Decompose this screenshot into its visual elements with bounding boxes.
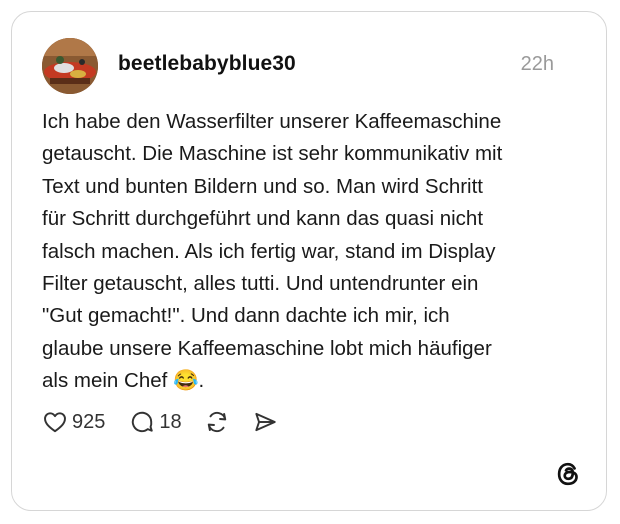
heart-icon (42, 409, 68, 435)
post-text: Ich habe den Wasserfilter unserer Kaffee… (42, 110, 503, 393)
repost-icon (204, 409, 230, 435)
action-bar: 925 18 (42, 407, 278, 437)
avatar[interactable] (42, 38, 98, 94)
send-icon (252, 409, 278, 435)
comment-bubble-icon (129, 409, 155, 435)
timestamp: 22h (520, 53, 554, 75)
like-count: 925 (72, 410, 106, 433)
username[interactable]: beetlebabyblue30 (118, 52, 296, 76)
share-button[interactable] (252, 409, 278, 435)
comment-button[interactable]: 18 (129, 409, 182, 435)
threads-logo-icon (554, 460, 582, 488)
like-button[interactable]: 925 (42, 409, 105, 435)
repost-button[interactable] (204, 409, 230, 435)
comment-count: 18 (159, 410, 182, 433)
post-card: beetlebabyblue30 22h Ich habe den Wasser… (11, 11, 607, 511)
